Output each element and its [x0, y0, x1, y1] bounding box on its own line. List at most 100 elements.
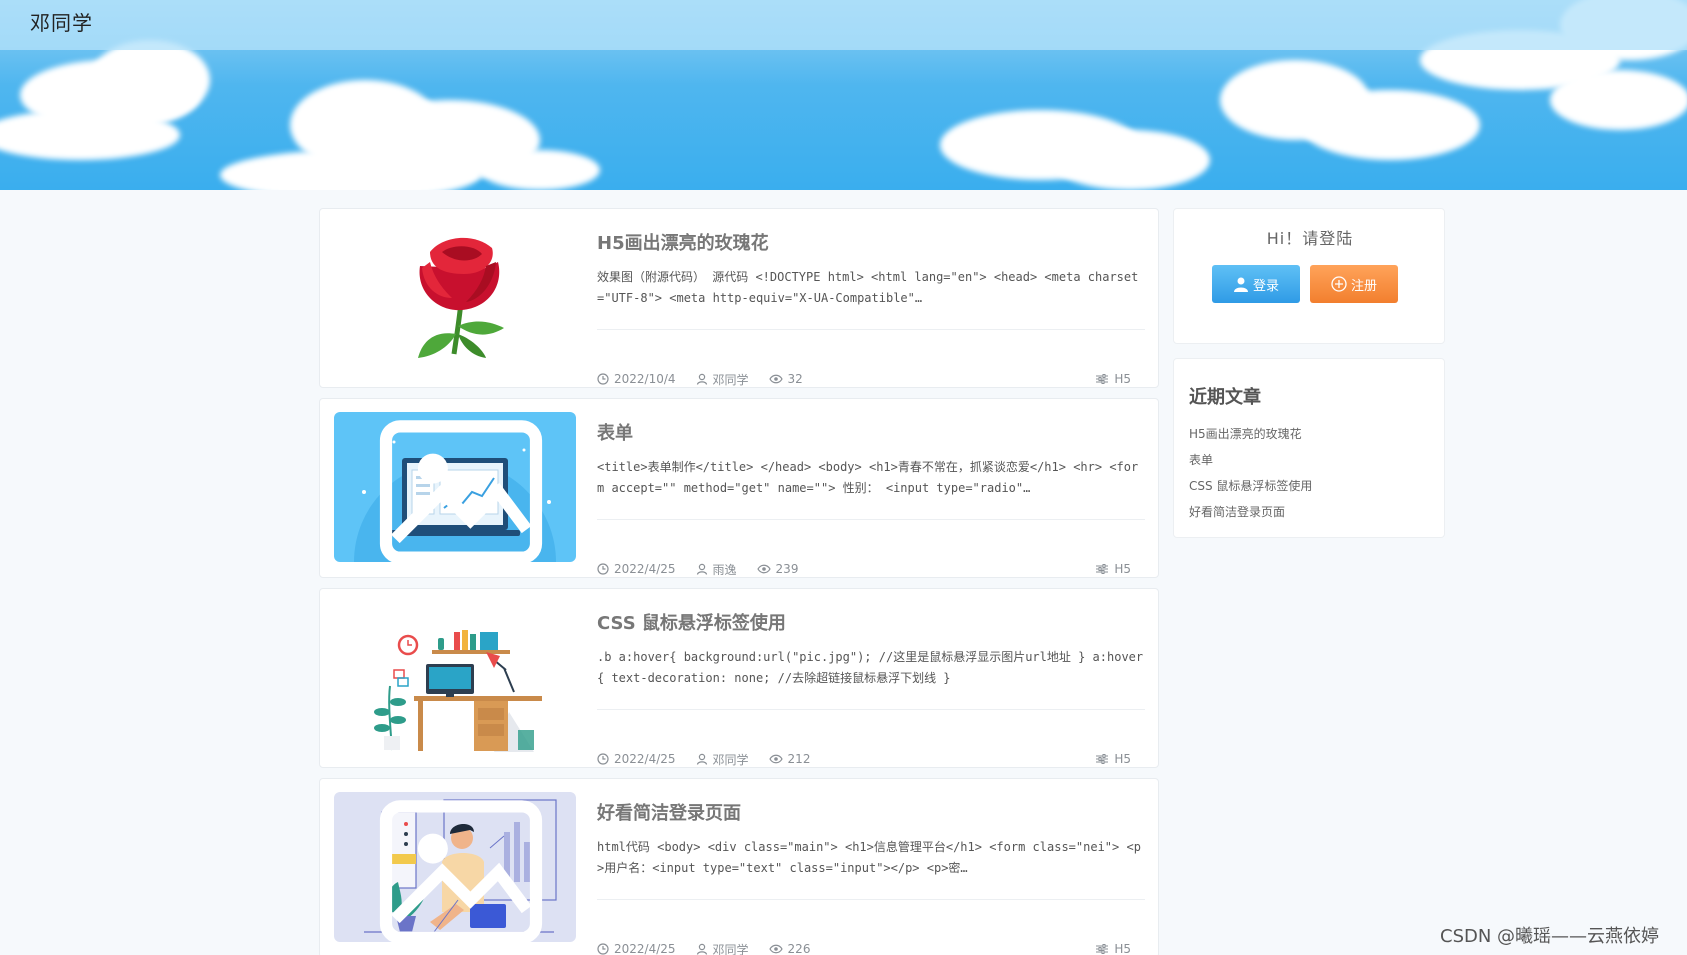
meta-author[interactable]: 雨逸 [696, 561, 737, 578]
divider [597, 709, 1145, 710]
article-body: CSS 鼠标悬浮标签使用 .b a:hover{ background:url(… [597, 611, 1145, 767]
recent-post-link[interactable]: H5画出漂亮的玫瑰花 [1189, 421, 1312, 447]
date-text: 2022/4/25 [614, 562, 676, 576]
recent-posts-title: 近期文章 [1189, 387, 1261, 408]
meta-author[interactable]: 邓同学 [696, 941, 749, 955]
rose-illustration [334, 222, 576, 372]
plus-circle-icon [1331, 276, 1347, 292]
image-icon [379, 800, 543, 942]
user-icon [696, 373, 707, 385]
clock-icon [597, 943, 609, 955]
category-text: H5 [1114, 942, 1131, 955]
sliders-icon [1096, 374, 1109, 384]
article-excerpt: html代码 <body> <div class="main"> <h1>信息管… [597, 840, 1141, 875]
divider [597, 899, 1145, 900]
user-icon [1233, 277, 1248, 292]
clock-icon [597, 753, 609, 765]
meta-date: 2022/4/25 [597, 752, 676, 766]
sliders-icon [1096, 564, 1109, 574]
date-text: 2022/4/25 [614, 752, 676, 766]
article-excerpt: 效果图（附源代码） 源代码 <!DOCTYPE html> <html lang… [597, 270, 1139, 305]
recent-post-link[interactable]: 表单 [1189, 447, 1312, 473]
sliders-icon [1096, 754, 1109, 764]
article-card[interactable]: 好看简洁登录页面 html代码 <body> <div class="main"… [319, 778, 1159, 955]
divider [597, 329, 1145, 330]
meta-author[interactable]: 邓同学 [696, 751, 749, 768]
article-meta: 2022/10/4 邓同学 32 H5 [597, 371, 1145, 387]
article-meta: 2022/4/25 邓同学 226 H5 [597, 941, 1145, 955]
login-button[interactable]: 登录 [1212, 265, 1300, 303]
recent-post-link[interactable]: CSS 鼠标悬浮标签使用 [1189, 473, 1312, 499]
article-excerpt: <title>表单制作</title> </head> <body> <h1>青… [597, 460, 1139, 495]
author-text: 邓同学 [712, 942, 749, 955]
recent-posts-list: H5画出漂亮的玫瑰花 表单 CSS 鼠标悬浮标签使用 好看简洁登录页面 [1189, 421, 1312, 525]
meta-category[interactable]: H5 [1096, 372, 1131, 386]
date-text: 2022/4/25 [614, 942, 676, 955]
article-title[interactable]: CSS 鼠标悬浮标签使用 [597, 611, 1145, 637]
top-navbar [0, 0, 1687, 50]
recent-post-link[interactable]: 好看简洁登录页面 [1189, 499, 1312, 525]
article-body: H5画出漂亮的玫瑰花 效果图（附源代码） 源代码 <!DOCTYPE html>… [597, 231, 1145, 387]
login-greeting: Hi！请登陆 [1266, 229, 1354, 248]
csdn-watermark: CSDN @曦瑶——云燕依婷 [1440, 926, 1660, 947]
desk-workspace-illustration [334, 602, 576, 752]
meta-category[interactable]: H5 [1096, 562, 1131, 576]
register-button[interactable]: 注册 [1310, 265, 1398, 303]
article-title[interactable]: 表单 [597, 421, 1145, 447]
views-text: 212 [787, 752, 811, 766]
article-title[interactable]: H5画出漂亮的玫瑰花 [597, 231, 1145, 257]
sky-banner: 邓同学 [0, 0, 1687, 190]
author-text: 邓同学 [712, 372, 749, 387]
eye-icon [768, 754, 783, 764]
article-meta: 2022/4/25 邓同学 212 H5 [597, 751, 1145, 767]
category-text: H5 [1114, 372, 1131, 386]
divider [597, 519, 1145, 520]
meta-views: 212 [768, 752, 811, 766]
article-title[interactable]: 好看简洁登录页面 [597, 801, 1145, 827]
meta-views: 32 [768, 372, 803, 386]
date-text: 2022/10/4 [614, 372, 676, 386]
article-meta: 2022/4/25 雨逸 239 H5 [597, 561, 1145, 577]
clock-icon [597, 373, 609, 385]
category-text: H5 [1114, 752, 1131, 766]
article-body: 表单 <title>表单制作</title> </head> <body> <h… [597, 421, 1145, 577]
author-text: 雨逸 [712, 562, 737, 577]
meta-date: 2022/4/25 [597, 942, 676, 955]
article-thumbnail[interactable] [334, 222, 576, 372]
meta-views: 226 [768, 942, 811, 955]
article-body: 好看简洁登录页面 html代码 <body> <div class="main"… [597, 801, 1145, 955]
article-list: H5画出漂亮的玫瑰花 效果图（附源代码） 源代码 <!DOCTYPE html>… [319, 208, 1159, 955]
clock-icon [597, 563, 609, 575]
article-thumbnail[interactable] [334, 792, 576, 942]
meta-views: 239 [756, 562, 799, 576]
recent-posts-panel: 近期文章 H5画出漂亮的玫瑰花 表单 CSS 鼠标悬浮标签使用 好看简洁登录页面 [1173, 358, 1445, 538]
article-thumbnail[interactable] [334, 412, 576, 562]
user-icon [696, 753, 707, 765]
article-card[interactable]: CSS 鼠标悬浮标签使用 .b a:hover{ background:url(… [319, 588, 1159, 768]
image-icon [379, 420, 543, 562]
meta-category[interactable]: H5 [1096, 752, 1131, 766]
register-label: 注册 [1350, 277, 1377, 293]
user-icon [696, 563, 707, 575]
user-icon [696, 943, 707, 955]
article-excerpt: .b a:hover{ background:url("pic.jpg"); /… [597, 650, 1144, 685]
article-card[interactable]: 表单 <title>表单制作</title> </head> <body> <h… [319, 398, 1159, 578]
views-text: 226 [787, 942, 811, 955]
views-text: 32 [787, 372, 803, 386]
login-label: 登录 [1252, 277, 1279, 293]
author-text: 邓同学 [712, 752, 749, 767]
article-card[interactable]: H5画出漂亮的玫瑰花 效果图（附源代码） 源代码 <!DOCTYPE html>… [319, 208, 1159, 388]
meta-date: 2022/4/25 [597, 562, 676, 576]
login-panel: Hi！请登陆 登录 注册 [1173, 208, 1445, 344]
site-title[interactable]: 邓同学 [30, 7, 93, 36]
views-text: 239 [775, 562, 799, 576]
eye-icon [768, 374, 783, 384]
category-text: H5 [1114, 562, 1131, 576]
meta-date: 2022/10/4 [597, 372, 676, 386]
sliders-icon [1096, 944, 1109, 954]
eye-icon [768, 944, 783, 954]
article-thumbnail[interactable] [334, 602, 576, 752]
meta-category[interactable]: H5 [1096, 942, 1131, 955]
meta-author[interactable]: 邓同学 [696, 371, 749, 388]
eye-icon [756, 564, 771, 574]
